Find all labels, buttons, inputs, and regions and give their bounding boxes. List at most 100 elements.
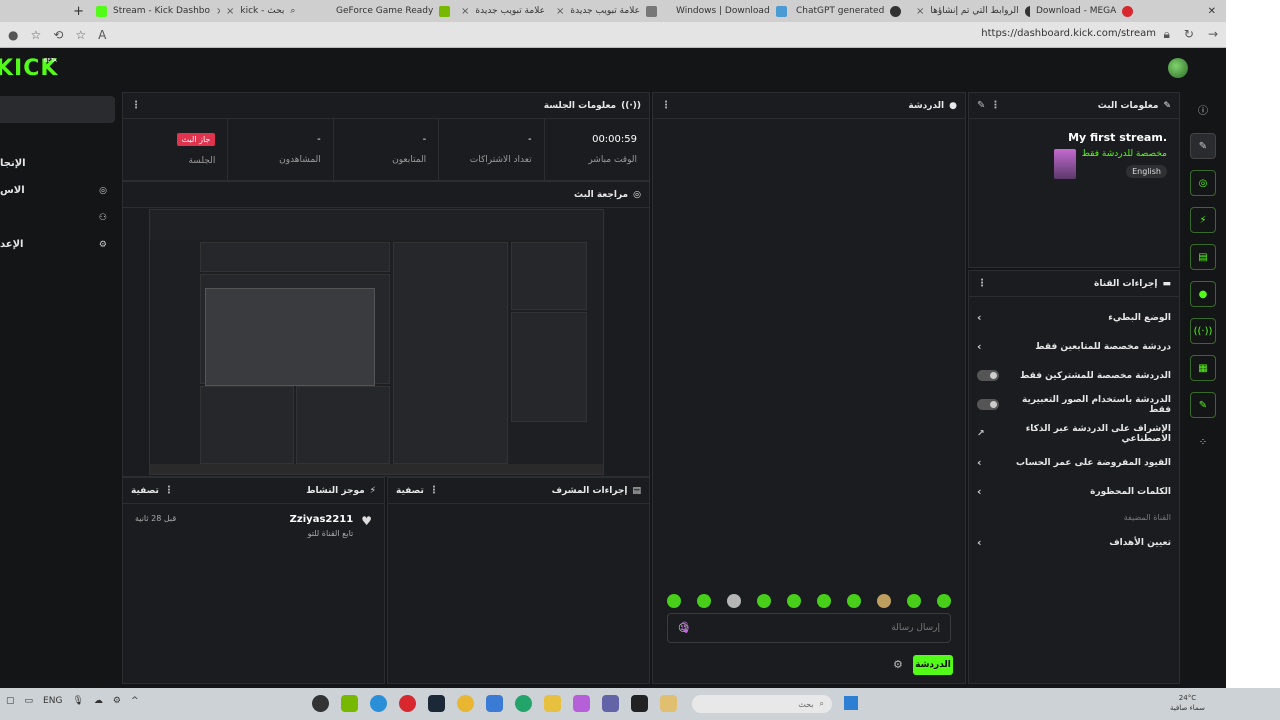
target-icon: ◎: [99, 185, 107, 196]
language-indicator[interactable]: ENG: [43, 696, 62, 706]
emote-icon[interactable]: [727, 594, 741, 608]
emote-icon[interactable]: [667, 594, 681, 608]
filter-button[interactable]: تصفية: [396, 486, 424, 496]
stream-video[interactable]: [149, 209, 604, 475]
chat-input[interactable]: إرسال رسالة ☺ 🎙︎: [667, 613, 951, 643]
broadcast-tool-icon[interactable]: ((·)): [1190, 318, 1216, 344]
document-tool-icon[interactable]: ▤: [1190, 244, 1216, 270]
browser-tab[interactable]: × علامة تبويب جديدة: [550, 0, 670, 22]
steam-app-icon[interactable]: [428, 695, 445, 712]
edit-icon[interactable]: ✎: [977, 100, 985, 111]
filter-button[interactable]: تصفية: [131, 486, 159, 496]
chrome-app-icon[interactable]: [457, 695, 474, 712]
chevron-up-icon[interactable]: ^: [131, 696, 139, 706]
subscribers-only-toggle[interactable]: [977, 370, 999, 381]
sidebar-item-achievements[interactable]: الإنجا: [0, 150, 115, 177]
cloud-icon[interactable]: ☁: [94, 696, 103, 706]
close-window-icon[interactable]: ✕: [1208, 6, 1216, 17]
panel-header: ● الدردشة ⋮: [653, 93, 965, 119]
sidebar-item-settings[interactable]: الإعد ⚙: [0, 231, 115, 258]
teams-app-icon[interactable]: [602, 695, 619, 712]
chat-tool-icon[interactable]: ●: [1190, 281, 1216, 307]
action-slow-mode[interactable]: الوضع البطيء ›: [969, 303, 1179, 332]
emotes-only-toggle[interactable]: [977, 399, 999, 410]
sidebar-item-stream[interactable]: [0, 123, 115, 150]
terminal-app-icon[interactable]: [631, 695, 648, 712]
microphone-icon[interactable]: 🎙︎: [72, 696, 83, 706]
close-icon[interactable]: ×: [916, 6, 924, 17]
display-icon[interactable]: ▭: [25, 696, 34, 706]
wrench-tool-icon[interactable]: ✎: [1190, 392, 1216, 418]
browser-tab[interactable]: Windows | Download: [670, 0, 790, 22]
emote-icon[interactable]: [847, 594, 861, 608]
close-icon[interactable]: ×: [461, 6, 469, 17]
action-followers-only[interactable]: دردشة مخصصة للمتابعين فقط ›: [969, 332, 1179, 361]
action-label: الكلمات المحظورة: [1090, 486, 1171, 497]
taskbar-search[interactable]: بحث ⌕: [692, 695, 832, 713]
obs-app-icon[interactable]: [312, 695, 329, 712]
settings-icon[interactable]: ⚙: [113, 696, 121, 706]
close-icon[interactable]: ×: [226, 6, 234, 17]
feed-username[interactable]: Zziyas2211: [290, 514, 354, 525]
emote-icon[interactable]: [697, 594, 711, 608]
read-aloud-icon[interactable]: A: [98, 28, 106, 42]
sidebar-item-analytics[interactable]: الاس ◎: [0, 177, 115, 204]
target-tool-icon[interactable]: ◎: [1190, 170, 1216, 196]
widget-app-icon[interactable]: [660, 695, 677, 712]
edge-dev-app-icon[interactable]: [515, 695, 532, 712]
emote-icon[interactable]: [937, 594, 951, 608]
info-icon[interactable]: ⓘ: [1190, 96, 1216, 122]
nvidia-app-icon[interactable]: [341, 695, 358, 712]
new-tab-button[interactable]: +: [0, 0, 90, 22]
category-name[interactable]: مخصصة للدردشة فقط: [1082, 149, 1167, 159]
action-banned-words[interactable]: الكلمات المحظورة ›: [969, 477, 1179, 506]
browser-tab[interactable]: × علامة تبويب جديدة: [455, 0, 550, 22]
sidebar-item-community[interactable]: ⚇: [0, 204, 115, 231]
more-options-icon[interactable]: ⋮: [661, 100, 671, 111]
microphone-icon[interactable]: 🎙︎: [678, 621, 692, 634]
url-field[interactable]: https://dashboard.kick.com/stream: [981, 28, 1156, 39]
browser-tab[interactable]: ChatGPT generated: [790, 0, 910, 22]
edit-tool-icon[interactable]: ✎: [1190, 133, 1216, 159]
layout-tool-icon[interactable]: ▦: [1190, 355, 1216, 381]
browser-tab[interactable]: × الروابط التي تم إنشاؤها: [910, 0, 1030, 22]
action-account-age[interactable]: القيود المفروضة على عمر الحساب ›: [969, 448, 1179, 477]
reload-icon[interactable]: ↻: [1184, 27, 1194, 42]
edge-app-icon[interactable]: [370, 695, 387, 712]
more-options-icon[interactable]: ⋮: [131, 100, 141, 111]
bookmark-star-icon[interactable]: ☆: [75, 28, 86, 42]
browser-tab[interactable]: GeForce Game Ready: [330, 0, 455, 22]
profile-icon[interactable]: ●: [8, 28, 18, 42]
emote-icon[interactable]: [757, 594, 771, 608]
weather-widget[interactable]: 24°C سماء صافية: [1170, 693, 1205, 713]
explorer-app-icon[interactable]: [544, 695, 561, 712]
emote-icon[interactable]: [877, 594, 891, 608]
notification-icon[interactable]: ▢: [6, 696, 15, 706]
browser-tab[interactable]: × kick - بحث ⌕: [220, 0, 330, 22]
avatar[interactable]: [1168, 58, 1188, 78]
favorites-icon[interactable]: ☆: [30, 28, 41, 42]
chat-settings-icon[interactable]: ⚙: [893, 658, 903, 671]
more-options-icon[interactable]: ⋮: [164, 485, 174, 496]
send-chat-button[interactable]: الدردشة: [913, 655, 953, 675]
more-options-icon[interactable]: ⋮: [990, 100, 1000, 111]
sidebar-item-home[interactable]: [0, 96, 115, 123]
emote-icon[interactable]: [907, 594, 921, 608]
action-ai-moderation[interactable]: الإشراف على الدردشة عبر الذكاء الاصطناعي…: [969, 419, 1179, 448]
more-options-icon[interactable]: ⋮: [429, 485, 439, 496]
emote-icon[interactable]: [787, 594, 801, 608]
windows-start-icon[interactable]: [844, 696, 858, 710]
bolt-tool-icon[interactable]: ⚡︎: [1190, 207, 1216, 233]
emote-icon[interactable]: [817, 594, 831, 608]
copilot-app-icon[interactable]: [573, 695, 590, 712]
store-app-icon[interactable]: [486, 695, 503, 712]
action-set-goals[interactable]: تعيين الأهداف ›: [969, 528, 1179, 557]
opera-app-icon[interactable]: [399, 695, 416, 712]
tracking-icon[interactable]: ⟲: [53, 28, 63, 42]
more-options-icon[interactable]: ⋮: [977, 278, 987, 289]
forward-icon[interactable]: →: [1208, 27, 1218, 42]
apps-icon[interactable]: ⁘: [1190, 429, 1216, 455]
browser-tab[interactable]: Download - MEGA: [1030, 0, 1140, 22]
close-icon[interactable]: ×: [556, 6, 564, 17]
browser-tab[interactable]: Stream - Kick Dashbo×: [90, 0, 220, 22]
